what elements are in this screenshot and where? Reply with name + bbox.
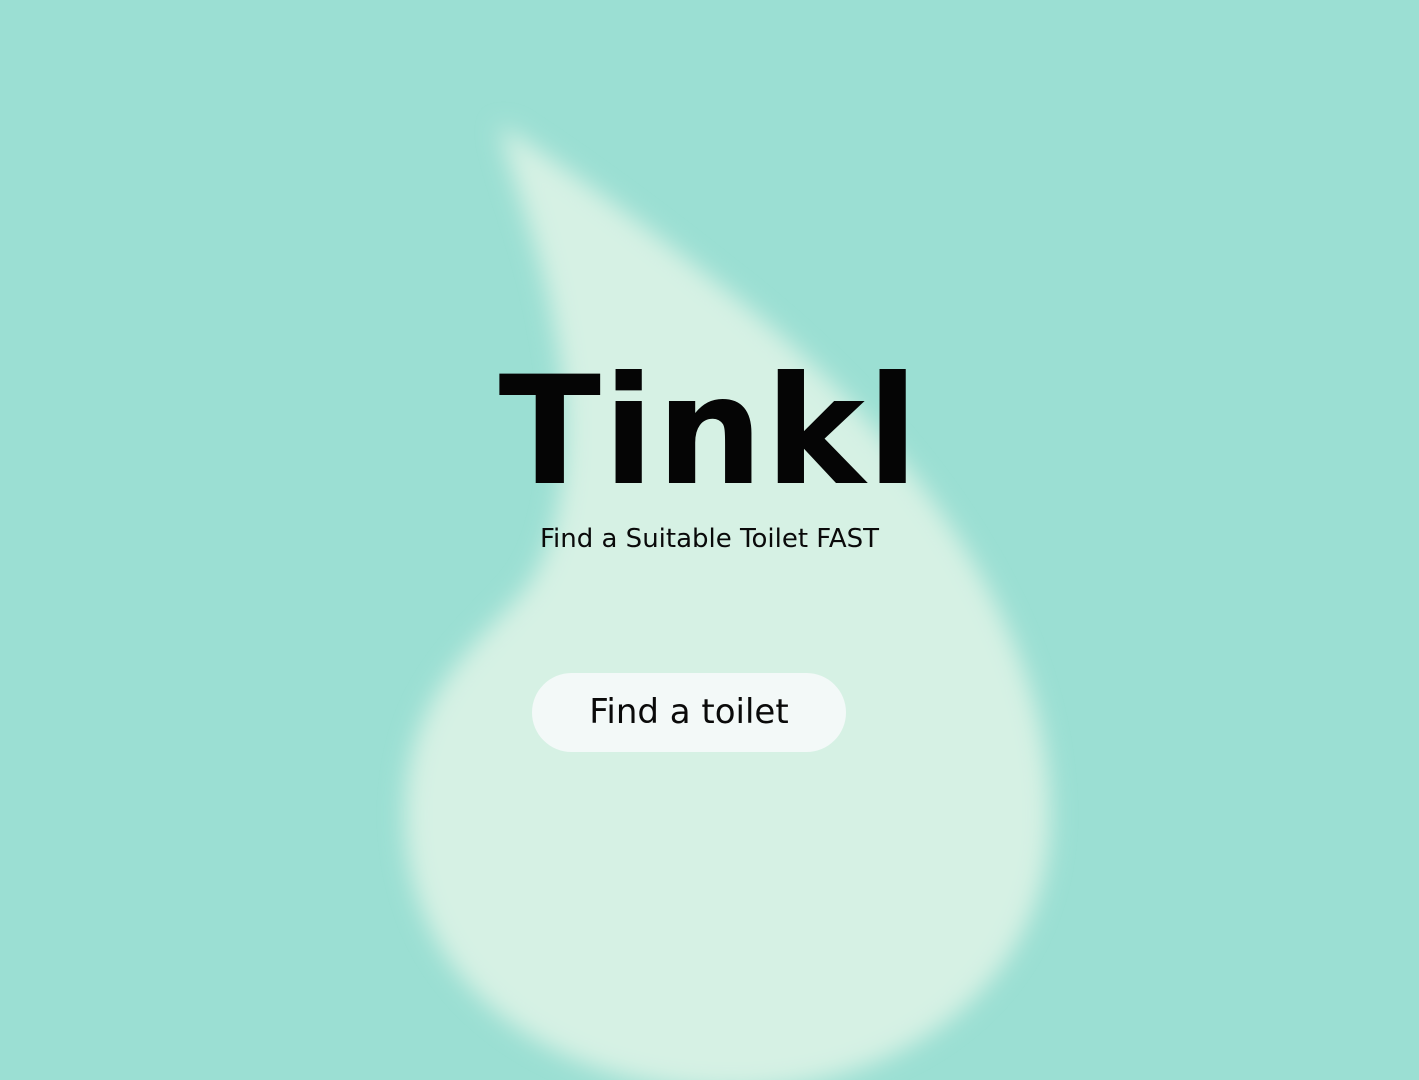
landing-hero: Tinkl Find a Suitable Toilet FAST Find a… <box>0 0 1419 1080</box>
app-tagline: Find a Suitable Toilet FAST <box>539 524 880 554</box>
app-title: Tinkl <box>498 345 921 519</box>
find-toilet-button[interactable]: Find a toilet <box>532 673 846 752</box>
